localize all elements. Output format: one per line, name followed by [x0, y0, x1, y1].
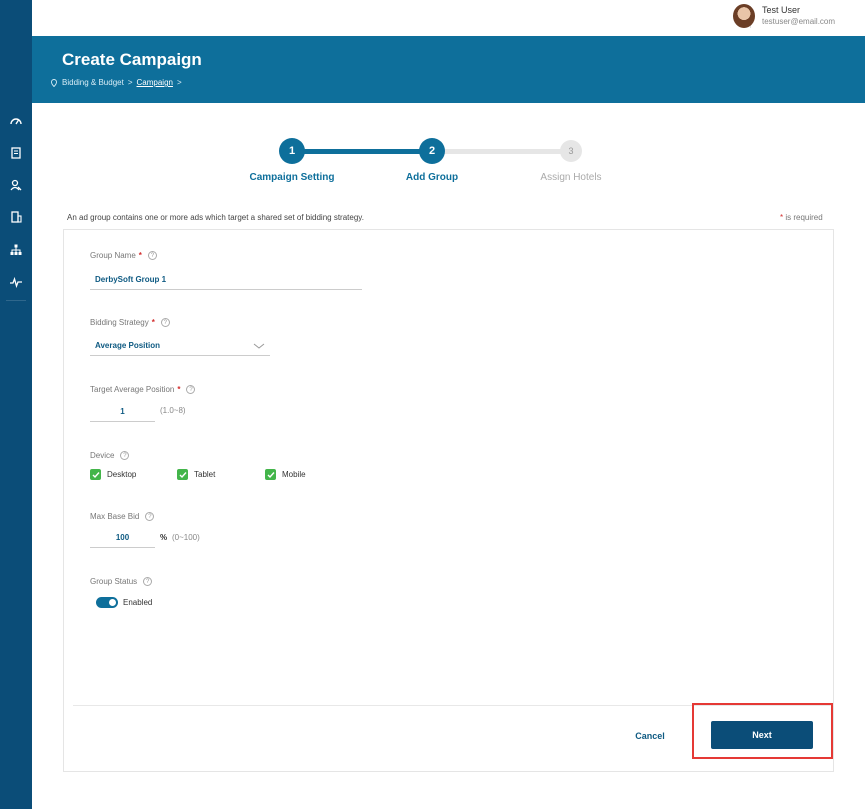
org-chart-icon[interactable] — [8, 243, 24, 257]
checkbox-checked-icon[interactable] — [90, 469, 101, 480]
stepper-progress-line — [292, 149, 432, 154]
form-card — [63, 229, 834, 772]
form-intro-text: An ad group contains one or more ads whi… — [67, 213, 364, 222]
device-tablet-checkbox[interactable]: Tablet — [177, 469, 215, 480]
breadcrumb-separator: > — [127, 78, 133, 87]
user-name[interactable]: Test User — [762, 5, 800, 15]
breadcrumb-separator: > — [176, 78, 182, 87]
step-3-circle: 3 — [560, 140, 582, 162]
location-pin-icon — [51, 78, 57, 87]
help-icon[interactable]: ? — [120, 451, 130, 460]
activity-icon[interactable] — [8, 275, 24, 289]
building-icon[interactable] — [8, 210, 24, 224]
checkbox-checked-icon[interactable] — [265, 469, 276, 480]
device-label: Device? — [90, 451, 130, 460]
max-base-bid-input[interactable] — [90, 528, 155, 548]
step-1-label[interactable]: Campaign Setting — [232, 172, 352, 183]
bidding-strategy-select[interactable]: Average Position — [90, 336, 270, 356]
breadcrumb-item-bidding[interactable]: Bidding & Budget — [62, 78, 124, 87]
group-status-toggle[interactable]: Enabled — [96, 597, 152, 608]
sidebar-divider — [6, 300, 26, 301]
target-avg-position-label: Target Average Position *? — [90, 385, 196, 394]
group-status-value: Enabled — [123, 598, 153, 607]
user-email: testuser@email.com — [762, 17, 836, 26]
stepper-pending-line — [432, 149, 571, 154]
device-desktop-checkbox[interactable]: Desktop — [90, 469, 136, 480]
group-status-label: Group Status? — [90, 577, 153, 586]
document-icon[interactable] — [8, 146, 24, 160]
checkbox-checked-icon[interactable] — [177, 469, 188, 480]
max-base-bid-hint: (0~100) — [172, 533, 200, 542]
search-user-icon[interactable] — [8, 178, 24, 192]
step-2-circle[interactable]: 2 — [419, 138, 445, 164]
step-1-circle[interactable]: 1 — [279, 138, 305, 164]
device-mobile-checkbox[interactable]: Mobile — [265, 469, 306, 480]
left-sidebar — [0, 0, 32, 809]
cancel-button[interactable]: Cancel — [626, 729, 674, 743]
max-base-bid-unit: % — [160, 533, 168, 542]
max-base-bid-label: Max Base Bid? — [90, 512, 155, 521]
breadcrumb: Bidding & Budget > Campaign > — [50, 78, 182, 87]
help-icon[interactable]: ? — [147, 251, 157, 260]
breadcrumb-item-campaign[interactable]: Campaign — [137, 78, 173, 87]
group-name-input[interactable] — [90, 270, 362, 290]
next-button[interactable]: Next — [711, 721, 813, 749]
required-note-text: is required — [785, 213, 823, 222]
page-title: Create Campaign — [62, 50, 202, 69]
target-avg-position-hint: (1.0~8) — [160, 406, 186, 415]
page-header: Create Campaign Bidding & Budget > Campa… — [32, 36, 865, 103]
help-icon[interactable]: ? — [160, 318, 170, 327]
chevron-down-icon — [253, 343, 265, 349]
bidding-strategy-label: Bidding Strategy *? — [90, 318, 170, 327]
step-2-label[interactable]: Add Group — [372, 172, 492, 183]
step-3-label: Assign Hotels — [540, 172, 602, 183]
required-note: * is required — [780, 213, 823, 222]
help-icon[interactable]: ? — [145, 512, 155, 521]
target-avg-position-input[interactable] — [90, 402, 155, 422]
dashboard-icon[interactable] — [8, 114, 24, 128]
help-icon[interactable]: ? — [143, 577, 153, 586]
group-name-label: Group Name *? — [90, 251, 157, 260]
toggle-switch[interactable] — [96, 597, 118, 608]
avatar[interactable] — [733, 4, 755, 28]
toggle-knob — [109, 599, 116, 606]
help-icon[interactable]: ? — [186, 385, 196, 394]
